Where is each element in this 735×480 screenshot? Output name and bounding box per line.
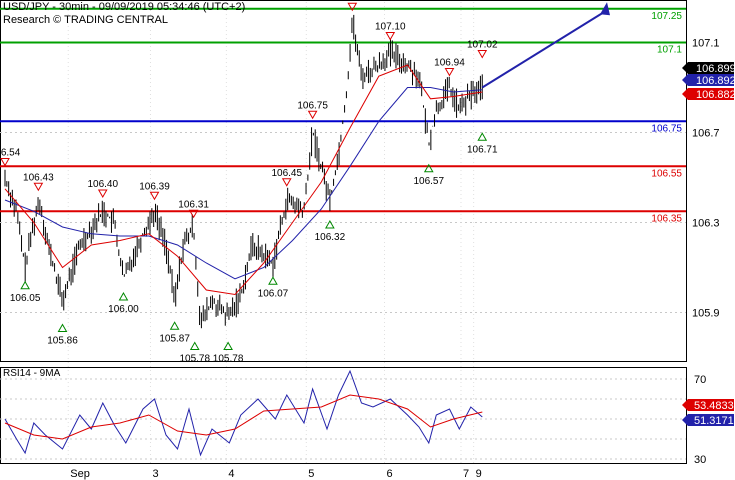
date-axis-label: 9: [476, 468, 482, 480]
rsi-axis-tick-label: 70: [694, 374, 706, 386]
swing-low-label: 106.00: [108, 304, 139, 315]
level-label: 106.55: [651, 168, 682, 179]
swing-high-marker: [149, 191, 160, 201]
swing-high-label: 106.31: [178, 199, 209, 210]
swing-low-label: 106.05: [10, 293, 41, 304]
level-label: 107.1: [657, 45, 682, 56]
price-axis-tick-label: 106.3: [692, 218, 720, 230]
price-tag-label: 106.892: [696, 75, 735, 87]
date-axis-label: 4: [228, 468, 234, 480]
swing-high-marker: [385, 32, 396, 41]
swing-high-marker: [0, 158, 10, 167]
swing-high-label: 106.43: [23, 172, 54, 183]
price-axis-tick-label: 105.9: [692, 308, 720, 320]
swing-high-marker: [307, 110, 318, 120]
swing-low-label: 105.78: [179, 354, 210, 365]
date-axis-label: 7: [463, 468, 469, 480]
swing-low-marker: [477, 132, 488, 141]
chart-source: Research © TRADING CENTRAL: [3, 14, 168, 26]
swing-low-label: 105.78: [213, 354, 244, 365]
swing-low-label: 106.71: [467, 144, 498, 155]
swing-low-label: 105.86: [47, 336, 78, 347]
swing-high-marker: [281, 178, 292, 187]
price-tag-label: 106.899: [696, 63, 735, 75]
swing-high-label: 107.23: [337, 0, 368, 3]
price-bars: [4, 14, 483, 329]
swing-high-marker: [477, 50, 488, 59]
swing-low-marker: [268, 276, 278, 285]
swing-high-label: 106.94: [434, 58, 465, 69]
date-axis-label: 3: [152, 468, 158, 480]
swing-low-marker: [189, 341, 200, 350]
chart-canvas: 105.9 106.3 106.7 107.1 30 70 Sep 3 4 5 6 7 9 107.25 1…: [0, 0, 735, 480]
level-label: 106.35: [651, 213, 682, 224]
swing-low-label: 105.87: [159, 333, 190, 344]
rsi-line: [4, 369, 483, 457]
level-label: 106.75: [651, 123, 682, 134]
rsi-panel-label: RSI14 - 9MA: [3, 368, 61, 379]
rsi-ma-line: [4, 394, 483, 440]
swing-high-label: 106.75: [297, 100, 328, 111]
swing-high-label: 106.54: [0, 148, 21, 159]
swing-high-label: 107.02: [467, 40, 498, 51]
date-axis-label: 6: [387, 468, 393, 480]
date-axis-label: 5: [308, 468, 314, 480]
price-axis-tick-label: 106.7: [692, 128, 720, 140]
level-label: 107.25: [651, 11, 682, 22]
rsi-tag-label: 51.3171: [694, 415, 734, 427]
date-axis-label: Sep: [70, 468, 90, 480]
swing-high-label: 106.45: [271, 168, 302, 179]
swing-low-marker: [118, 291, 129, 301]
swing-high-marker: [444, 68, 455, 77]
rsi-panel-frame: [0, 367, 687, 464]
swing-high-marker: [33, 182, 44, 192]
swing-high-marker: [97, 189, 108, 199]
swing-low-marker: [57, 323, 68, 332]
swing-low-marker: [20, 280, 30, 290]
swing-low-label: 106.57: [413, 176, 444, 187]
rsi-tag-label: 53.4833: [694, 400, 734, 412]
price-axis-tick-label: 107.1: [692, 38, 720, 50]
swing-low-label: 106.32: [315, 232, 346, 243]
swing-low-marker: [325, 219, 335, 229]
swing-low-marker: [223, 341, 233, 350]
rsi-axis-tick-label: 30: [694, 454, 706, 466]
chart-title: USD/JPY - 30min - 09/09/2019 05:34:46 (U…: [3, 1, 246, 13]
swing-low-marker: [169, 321, 180, 330]
swing-high-label: 107.10: [375, 22, 406, 33]
swing-low-label: 106.07: [258, 288, 289, 299]
swing-high-label: 106.39: [139, 181, 170, 192]
forecast-arrow-shaft: [481, 9, 608, 89]
price-tag-label: 106.882: [696, 89, 735, 101]
swing-high-label: 106.40: [87, 179, 118, 190]
